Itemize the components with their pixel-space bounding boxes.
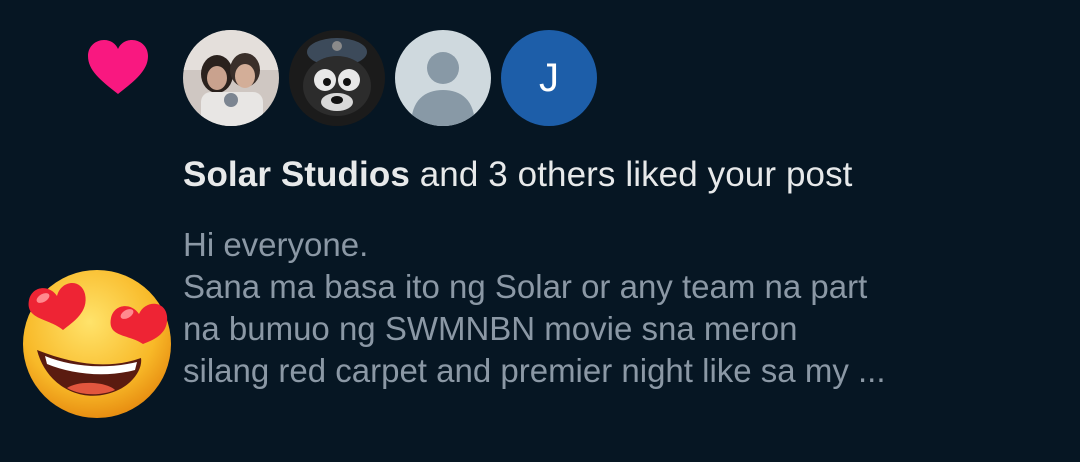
avatar-initial: J xyxy=(539,55,559,100)
post-line: na bumuo ng SWMNBN movie sna meron xyxy=(183,310,798,347)
like-notification[interactable]: J Solar Studios and 3 others liked your … xyxy=(0,0,1080,462)
actor-name-link[interactable]: Solar Studios xyxy=(183,155,410,194)
post-line: silang red carpet and premier night like… xyxy=(183,352,886,389)
post-line: Sana ma basa ito ng Solar or any team na… xyxy=(183,268,868,305)
notification-headline: Solar Studios and 3 others liked your po… xyxy=(183,155,853,195)
post-preview[interactable]: Hi everyone. Sana ma basa ito ng Solar o… xyxy=(183,224,1053,392)
heart-eyes-emoji xyxy=(23,270,171,418)
liker-avatars: J xyxy=(183,30,597,126)
cartoon-character-avatar[interactable] xyxy=(289,30,385,126)
post-line: Hi everyone. xyxy=(183,226,369,263)
default-profile-avatar[interactable] xyxy=(395,30,491,126)
initial-j-avatar[interactable]: J xyxy=(501,30,597,126)
heart-icon xyxy=(88,40,148,94)
couple-photo-avatar[interactable] xyxy=(183,30,279,126)
action-text: and 3 others liked your post xyxy=(409,155,853,194)
